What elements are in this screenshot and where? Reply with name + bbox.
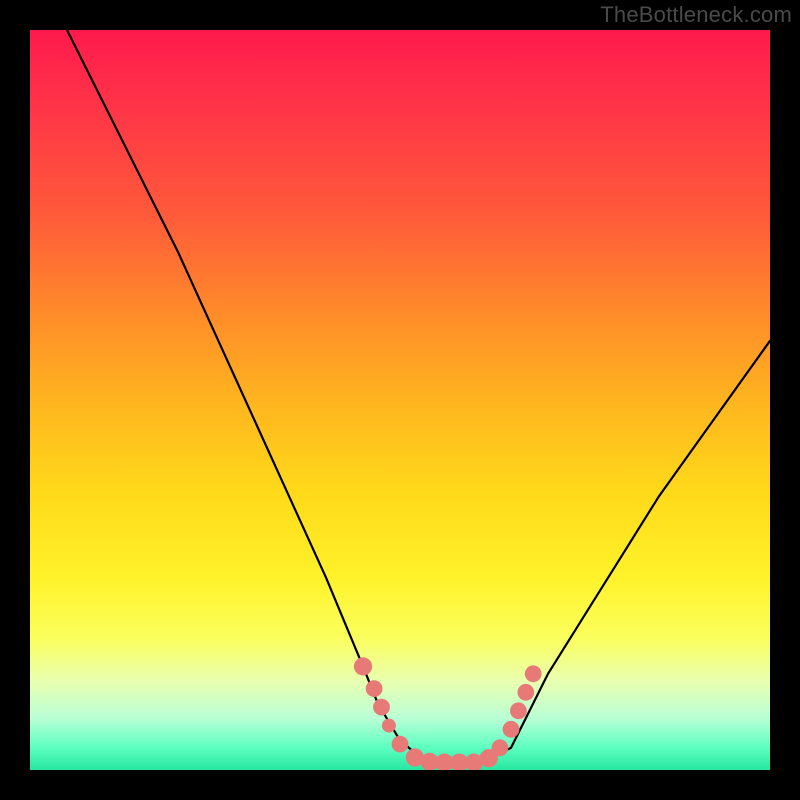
highlight-markers <box>354 657 542 770</box>
marker-dot <box>382 719 396 733</box>
watermark-text: TheBottleneck.com <box>600 2 792 28</box>
marker-dot <box>525 665 542 682</box>
marker-dot <box>373 699 390 716</box>
marker-dot <box>510 702 527 719</box>
marker-dot <box>354 657 372 675</box>
chart-svg <box>30 30 770 770</box>
chart-frame: TheBottleneck.com <box>0 0 800 800</box>
marker-dot <box>366 680 383 697</box>
bottleneck-curve <box>67 30 770 763</box>
marker-dot <box>503 721 520 738</box>
plot-area <box>30 30 770 770</box>
marker-dot <box>392 736 409 753</box>
marker-dot <box>517 684 534 701</box>
marker-dot <box>492 739 509 756</box>
